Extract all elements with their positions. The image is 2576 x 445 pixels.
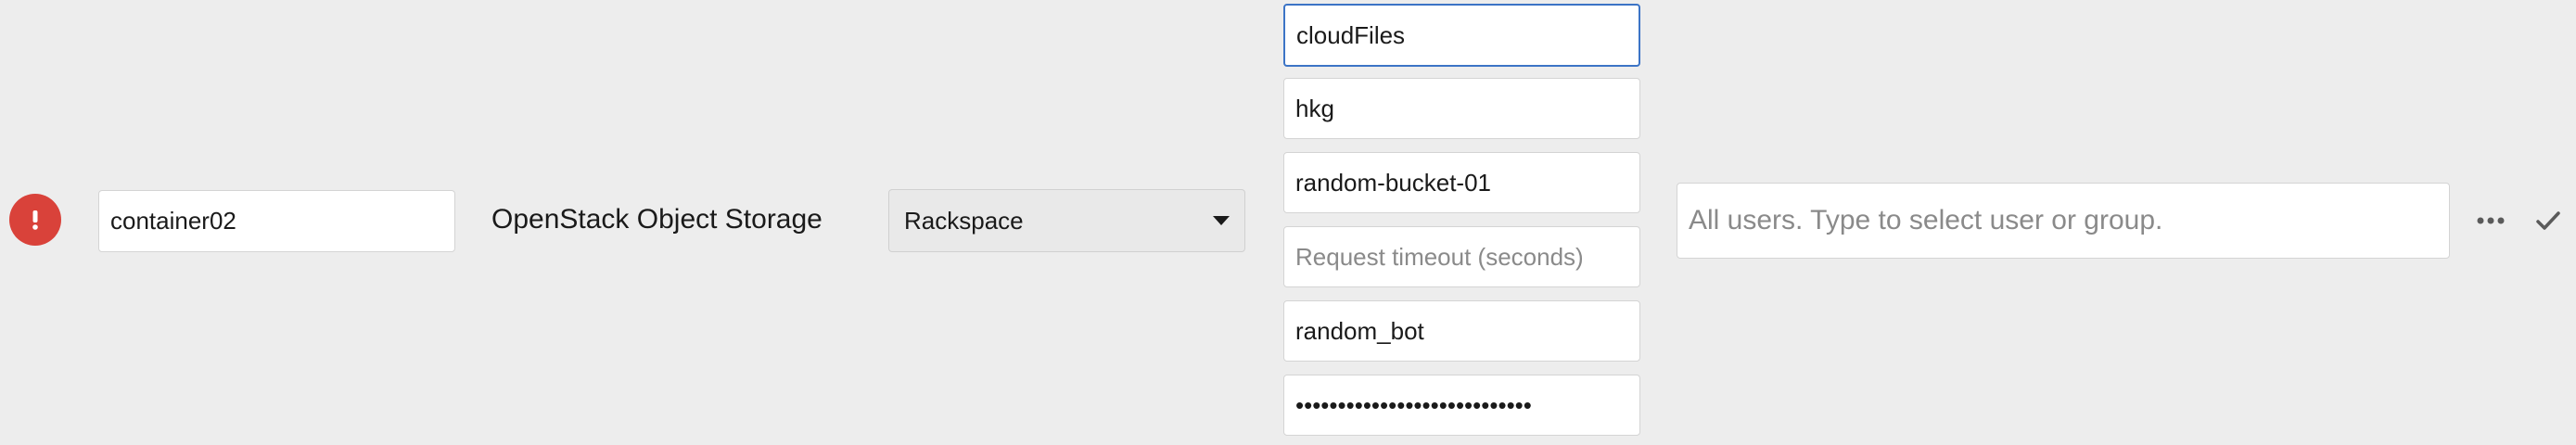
applicable-users-input[interactable]: All users. Type to select user or group. [1677,183,2450,259]
timeout-input[interactable]: Request timeout (seconds) [1283,226,1640,287]
region-input[interactable]: hkg [1283,78,1640,139]
provider-select-value: Rackspace [904,206,1024,235]
mount-name-value: container02 [110,207,236,235]
mount-name-input[interactable]: container02 [98,190,455,252]
username-value: random_bot [1295,316,1424,345]
region-value: hkg [1295,94,1334,122]
service-name-value: cloudFiles [1296,20,1406,49]
container-value: random-bucket-01 [1295,168,1491,197]
timeout-placeholder: Request timeout (seconds) [1295,242,1584,271]
chevron-down-icon [1213,216,1230,225]
provider-select[interactable]: Rackspace [888,189,1245,252]
password-value: •••••••••••••••••••••••••••• [1295,390,1532,419]
applicable-users-placeholder: All users. Type to select user or group. [1689,205,2163,235]
checkmark-icon[interactable] [2530,203,2567,238]
password-input[interactable]: •••••••••••••••••••••••••••• [1283,375,1640,436]
backend-type-label: OpenStack Object Storage [491,204,823,235]
container-input[interactable]: random-bucket-01 [1283,152,1640,213]
storage-config-row: container02 OpenStack Object Storage Rac… [0,0,2576,445]
username-input[interactable]: random_bot [1283,300,1640,362]
exclamation-icon [32,210,38,230]
more-icon[interactable] [2470,204,2511,237]
service-name-input[interactable]: cloudFiles [1283,4,1640,67]
error-icon [9,194,61,246]
